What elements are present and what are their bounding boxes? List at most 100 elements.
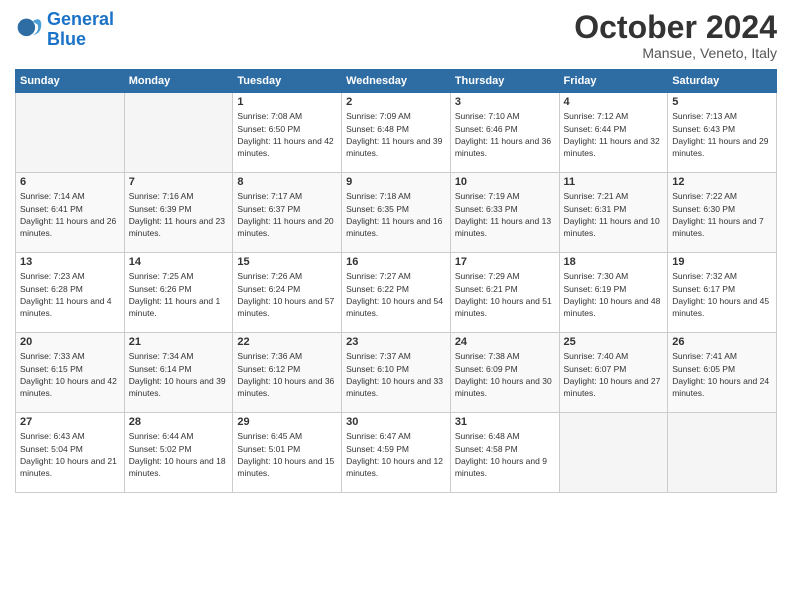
sunrise-text: Sunrise: 7:29 AM <box>455 271 520 281</box>
calendar-week-row: 20 Sunrise: 7:33 AMSunset: 6:15 PMDayligh… <box>16 333 777 413</box>
daylight-text: Daylight: 11 hours and 1 minute. <box>129 296 221 318</box>
weekday-header: Sunday <box>16 70 125 93</box>
sunset-text: Sunset: 6:14 PM <box>129 364 192 374</box>
sunrise-text: Sunrise: 7:18 AM <box>346 191 411 201</box>
calendar-week-row: 27Sunrise: 6:43 AMSunset: 5:04 PMDayligh… <box>16 413 777 493</box>
daylight-text: Daylight: 10 hours and 30 minutes. <box>455 376 552 398</box>
day-info: Sunrise: 7:16 AMSunset: 6:39 PMDaylight:… <box>129 190 229 239</box>
sunset-text: Sunset: 6:48 PM <box>346 124 409 134</box>
daylight-text: Daylight: 11 hours and 7 minutes. <box>672 216 764 238</box>
day-info: Sunrise: 7:27 AMSunset: 6:22 PMDaylight:… <box>346 270 446 319</box>
sunrise-text: Sunrise: 7:10 AM <box>455 111 520 121</box>
day-number: 21 <box>129 336 229 348</box>
day-number: 5 <box>672 96 772 108</box>
sunset-text: Sunset: 6:22 PM <box>346 284 409 294</box>
sunset-text: Sunset: 4:58 PM <box>455 444 518 454</box>
day-info: Sunrise: 7:34 AMSunset: 6:14 PMDaylight:… <box>129 350 229 399</box>
daylight-text: Daylight: 10 hours and 42 minutes. <box>20 376 117 398</box>
day-number: 6 <box>20 176 120 188</box>
calendar-table: SundayMondayTuesdayWednesdayThursdayFrid… <box>15 69 777 493</box>
sunset-text: Sunset: 6:41 PM <box>20 204 83 214</box>
day-number: 2 <box>346 96 446 108</box>
sunset-text: Sunset: 5:02 PM <box>129 444 192 454</box>
sunrise-text: Sunrise: 7:36 AM <box>237 351 302 361</box>
sunset-text: Sunset: 6:26 PM <box>129 284 192 294</box>
sunrise-text: Sunrise: 7:12 AM <box>564 111 629 121</box>
sunrise-text: Sunrise: 7:34 AM <box>129 351 194 361</box>
sunset-text: Sunset: 6:46 PM <box>455 124 518 134</box>
daylight-text: Daylight: 10 hours and 18 minutes. <box>129 456 226 478</box>
daylight-text: Daylight: 11 hours and 4 minutes. <box>20 296 112 318</box>
logo-icon <box>15 16 43 44</box>
daylight-text: Daylight: 10 hours and 36 minutes. <box>237 376 334 398</box>
day-info: Sunrise: 7:18 AM Sunset: 6:35 PM Daylight:… <box>346 190 446 239</box>
daylight-text: Daylight: 10 hours and 54 minutes. <box>346 296 443 318</box>
day-number: 27 <box>20 416 120 428</box>
daylight-text: Daylight: 10 hours and 21 minutes. <box>20 456 117 478</box>
calendar-day-cell: 11Sunrise: 7:21 AMSunset: 6:31 PMDayligh… <box>559 173 668 253</box>
day-number: 15 <box>237 256 337 268</box>
calendar-day-cell: 27Sunrise: 6:43 AMSunset: 5:04 PMDayligh… <box>16 413 125 493</box>
calendar-day-cell: 6Sunrise: 7:14 AMSunset: 6:41 PMDaylight… <box>16 173 125 253</box>
day-info: Sunrise: 7:17 AMSunset: 6:37 PMDaylight:… <box>237 190 337 239</box>
weekday-header: Tuesday <box>233 70 342 93</box>
weekday-header: Monday <box>124 70 233 93</box>
calendar-day-cell: 4Sunrise: 7:12 AMSunset: 6:44 PMDaylight… <box>559 93 668 173</box>
day-number: 25 <box>564 336 664 348</box>
sunset-text: Sunset: 6:10 PM <box>346 364 409 374</box>
calendar-day-cell: 23Sunrise: 7:37 AMSunset: 6:10 PMDayligh… <box>342 333 451 413</box>
day-info: Sunrise: 7:19 AMSunset: 6:33 PMDaylight:… <box>455 190 555 239</box>
day-number: 11 <box>564 176 664 188</box>
calendar-day-cell: 5 Sunrise: 7:13 AMSunset: 6:43 PMDaylight… <box>668 93 777 173</box>
day-number: 10 <box>455 176 555 188</box>
day-info: Sunrise: 7:10 AM Sunset: 6:46 PM Daylight:… <box>455 110 555 159</box>
day-number: 29 <box>237 416 337 428</box>
daylight-text: Daylight: 11 hours and 36 minutes. <box>455 136 551 158</box>
daylight-text: Daylight: 10 hours and 57 minutes. <box>237 296 334 318</box>
daylight-text: Daylight: 11 hours and 23 minutes. <box>129 216 225 238</box>
sunset-text: Sunset: 6:07 PM <box>564 364 627 374</box>
sunrise-text: Sunrise: 7:40 AM <box>564 351 629 361</box>
sunset-text: Sunset: 5:04 PM <box>20 444 83 454</box>
day-info: Sunrise: 7:40 AMSunset: 6:07 PMDaylight:… <box>564 350 664 399</box>
day-number: 17 <box>455 256 555 268</box>
day-info: Sunrise: 7:33 AMSunset: 6:15 PMDaylight:… <box>20 350 120 399</box>
day-info: Sunrise: 6:47 AMSunset: 4:59 PMDaylight:… <box>346 430 446 479</box>
sunrise-text: Sunrise: 7:37 AM <box>346 351 411 361</box>
sunset-text: Sunset: 5:01 PM <box>237 444 300 454</box>
sunrise-text: Sunrise: 7:13 AM <box>672 111 737 121</box>
calendar-day-cell: 16Sunrise: 7:27 AMSunset: 6:22 PMDayligh… <box>342 253 451 333</box>
sunrise-text: Sunrise: 7:17 AM <box>237 191 302 201</box>
calendar-week-row: 6 Sunrise: 7:14 AM Sunset: 6:41 PM Daylight… <box>16 173 777 253</box>
sunrise-text: Sunrise: 6:45 AM <box>237 431 302 441</box>
sunset-text: Sunset: 6:21 PM <box>455 284 518 294</box>
daylight-text: Daylight: 11 hours and 16 minutes. <box>346 216 442 238</box>
day-info: Sunrise: 7:36 AMSunset: 6:12 PMDaylight:… <box>237 350 337 399</box>
sunset-text: Sunset: 6:31 PM <box>564 204 627 214</box>
weekday-header-row: SundayMondayTuesdayWednesdayThursdayFrid… <box>16 70 777 93</box>
calendar-day-cell: 24Sunrise: 7:38 AMSunset: 6:09 PMDayligh… <box>450 333 559 413</box>
day-info: Sunrise: 6:48 AMSunset: 4:58 PMDaylight:… <box>455 430 555 479</box>
daylight-text: Daylight: 10 hours and 12 minutes. <box>346 456 443 478</box>
calendar-day-cell: 2Sunrise: 7:09 AMSunset: 6:48 PMDaylight… <box>342 93 451 173</box>
sunrise-text: Sunrise: 7:38 AM <box>455 351 520 361</box>
day-number: 4 <box>564 96 664 108</box>
day-info: Sunrise: 7:14 AMSunset: 6:41 PMDaylight:… <box>20 190 120 239</box>
sunset-text: Sunset: 6:24 PM <box>237 284 300 294</box>
logo-general: General <box>47 9 114 29</box>
sunrise-text: Sunrise: 6:44 AM <box>129 431 194 441</box>
calendar-day-cell: 9 Sunrise: 7:18 AM Sunset: 6:35 PM Daylight… <box>342 173 451 253</box>
day-number: 20 <box>20 336 120 348</box>
calendar-day-cell: 15 Sunrise: 7:26 AM Sunset: 6:24 PM Dayligh… <box>233 253 342 333</box>
sunset-text: Sunset: 6:35 PM <box>346 204 409 214</box>
day-info: Sunrise: 7:29 AMSunset: 6:21 PMDaylight:… <box>455 270 555 319</box>
calendar-day-cell: 26Sunrise: 7:41 AMSunset: 6:05 PMDayligh… <box>668 333 777 413</box>
day-number: 9 <box>346 176 446 188</box>
day-number: 23 <box>346 336 446 348</box>
daylight-text: Daylight: 10 hours and 48 minutes. <box>564 296 661 318</box>
day-info: Sunrise: 7:41 AMSunset: 6:05 PMDaylight:… <box>672 350 772 399</box>
sunrise-text: Sunrise: 7:14 AM <box>20 191 85 201</box>
day-info: Sunrise: 7:13 AMSunset: 6:43 PMDaylight:… <box>672 110 772 159</box>
sunrise-text: Sunrise: 7:26 AM <box>237 271 302 281</box>
daylight-text: Daylight: 11 hours and 13 minutes. <box>455 216 551 238</box>
